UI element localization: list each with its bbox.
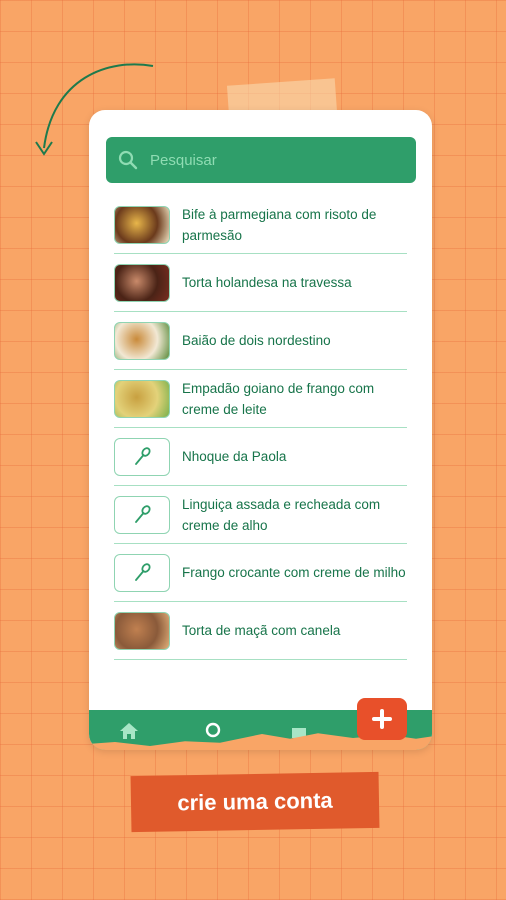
recipe-list-item[interactable]: Frango crocante com creme de milho [114,544,407,602]
recipe-title: Baião de dois nordestino [182,333,331,348]
search-input[interactable] [148,150,402,170]
spoon-icon [114,495,170,534]
spoon-icon [114,437,170,476]
recipe-thumbnail [114,263,170,302]
recipe-title: Torta de maçã com canela [182,623,341,638]
app-card: Bife à parmegiana com risoto de parmesão… [89,110,432,750]
recipe-thumbnail [114,321,170,360]
recipe-title: Torta holandesa na travessa [182,275,352,290]
recipe-list-item[interactable]: Empadão goiano de frango com creme de le… [114,370,407,428]
recipe-title: Bife à parmegiana com risoto de parmesão [182,206,377,243]
recipe-list-item[interactable]: Torta holandesa na travessa [114,254,407,312]
recipe-title: Nhoque da Paola [182,449,287,464]
recipe-list-item[interactable]: Torta de maçã com canela [114,602,407,660]
recipe-title: Frango crocante com creme de milho [182,565,406,580]
search-bar[interactable] [106,137,416,183]
recipe-list-item[interactable]: Linguiça assada e recheada com creme de … [114,486,407,544]
recipe-list: Bife à parmegiana com risoto de parmesão… [114,196,407,660]
recipe-thumbnail [114,379,170,418]
spoon-icon [114,553,170,592]
add-recipe-button[interactable] [357,698,407,740]
search-icon [118,150,138,170]
home-icon[interactable] [119,722,139,745]
recipe-thumbnail [114,611,170,650]
recipe-thumbnail [114,205,170,244]
recipe-list-item[interactable]: Baião de dois nordestino [114,312,407,370]
recipe-list-item[interactable]: Nhoque da Paola [114,428,407,486]
plus-icon [372,709,392,729]
recipe-title: Linguiça assada e recheada com creme de … [182,496,381,533]
recipe-title: Empadão goiano de frango com creme de le… [182,380,375,417]
create-account-button[interactable]: crie uma conta [130,771,380,833]
recipe-list-item[interactable]: Bife à parmegiana com risoto de parmesão [114,196,407,254]
